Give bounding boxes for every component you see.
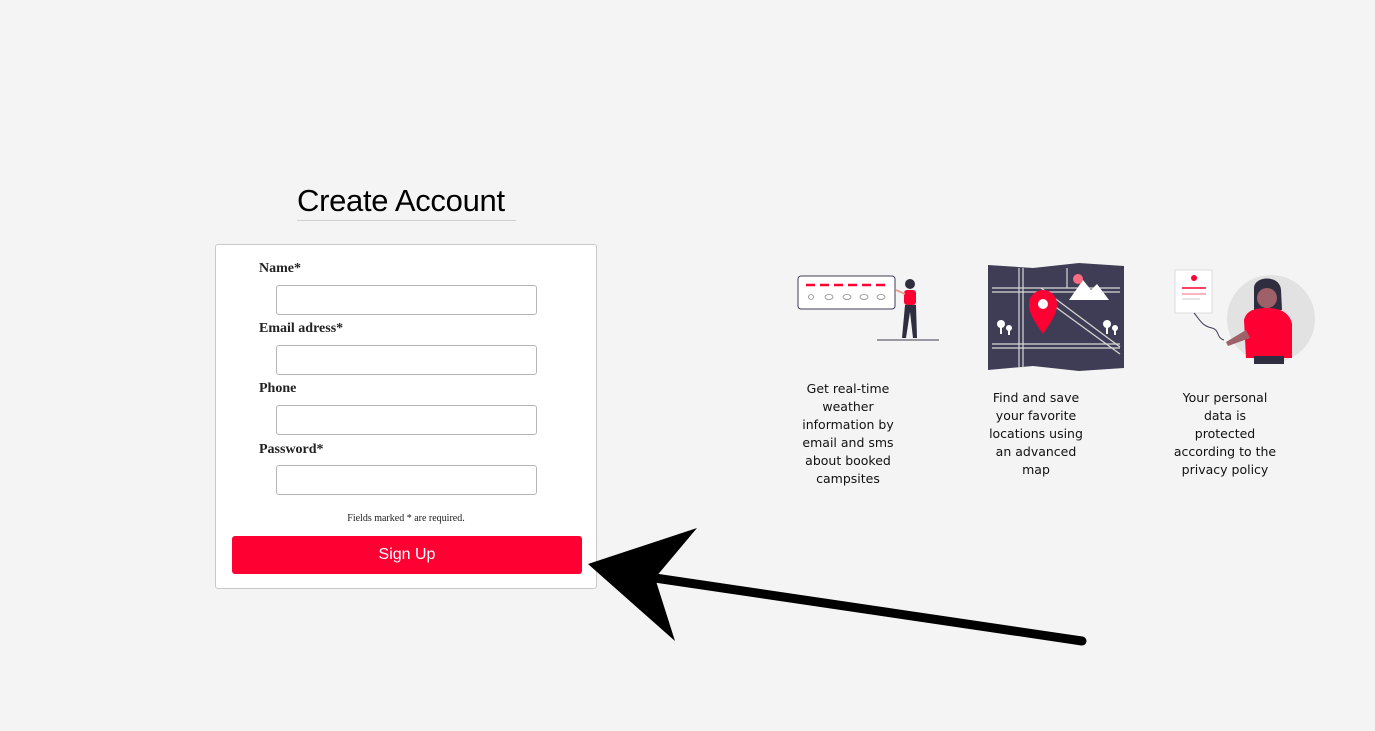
feature-weather: Get real-time weather information by ema… (797, 380, 899, 488)
feature-map-text: Find and save your favorite locations us… (989, 390, 1083, 477)
page-title: Create Account (297, 183, 516, 221)
phone-label: Phone (259, 381, 297, 396)
sign-up-button[interactable]: Sign Up (232, 536, 582, 574)
feature-map: Find and save your favorite locations us… (985, 389, 1087, 479)
phone-field[interactable] (276, 405, 537, 435)
password-label: Password* (259, 442, 324, 457)
signup-form: Name* Email adress* Phone Password* Fiel… (215, 244, 597, 589)
name-field[interactable] (276, 285, 537, 315)
name-label: Name* (259, 261, 301, 276)
weather-notification-illustration (797, 275, 939, 341)
privacy-protection-illustration (1174, 269, 1315, 364)
feature-weather-text: Get real-time weather information by ema… (802, 381, 894, 486)
password-field[interactable] (276, 465, 537, 495)
email-label: Email adress* (259, 321, 344, 336)
map-location-illustration (988, 263, 1124, 371)
annotation-arrow (588, 528, 1087, 646)
required-note: Fields marked * are required. (347, 513, 465, 524)
email-field[interactable] (276, 345, 537, 375)
feature-privacy-text: Your personal data is protected accordin… (1173, 390, 1277, 477)
feature-privacy: Your personal data is protected accordin… (1172, 389, 1278, 479)
